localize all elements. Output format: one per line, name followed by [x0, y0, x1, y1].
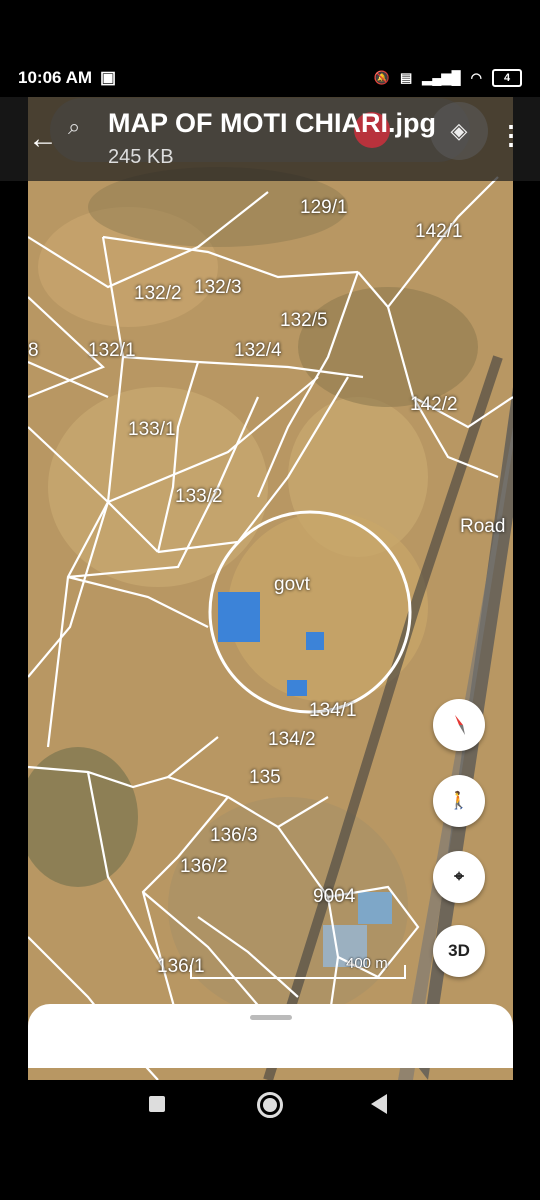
signal-icon: ▂▄▆█ — [422, 70, 461, 85]
parcel-label: 9004 — [313, 886, 356, 907]
my-location-icon: ⌖ — [454, 867, 464, 886]
more-options-icon[interactable]: ⋮ — [498, 120, 524, 151]
parcel-label: 142/1 — [415, 221, 463, 242]
status-right: 🔕 ▤ ▂▄▆█ ◠ 4 — [374, 69, 522, 87]
parcel-label: 134/2 — [268, 729, 316, 750]
three-d-label: 3D — [448, 941, 470, 960]
layers-button[interactable]: ◈ — [430, 102, 488, 160]
volte-icon: ▤ — [399, 70, 413, 85]
parcel-label: 132/5 — [280, 310, 328, 331]
parcel-label: 136/3 — [210, 825, 258, 846]
street-view-button[interactable]: 🚶 — [433, 775, 485, 827]
scale-label: 400 m — [346, 955, 388, 972]
status-bar: 10:06 AM ▣ 🔕 ▤ ▂▄▆█ ◠ 4 — [0, 60, 540, 96]
parcel-label: 132/4 — [234, 340, 282, 361]
parcel-label: 8 — [28, 340, 39, 361]
layers-icon: ◈ — [450, 118, 468, 143]
parcel-label: 136/2 — [180, 856, 228, 877]
parcel-label: 133/1 — [128, 419, 176, 440]
compass-button[interactable] — [433, 699, 485, 751]
compass-icon — [455, 715, 465, 735]
mute-icon: 🔕 — [373, 70, 390, 85]
parcel-label: 134/1 — [309, 700, 357, 721]
bottom-sheet[interactable] — [28, 1004, 513, 1068]
sim-icon: ▣ — [100, 68, 117, 87]
recent-apps-button[interactable] — [149, 1096, 165, 1112]
home-button[interactable] — [257, 1092, 283, 1118]
back-button[interactable] — [371, 1094, 387, 1114]
parcel-label: 132/1 — [88, 340, 136, 361]
three-d-button[interactable]: 3D — [433, 925, 485, 977]
my-location-button[interactable]: ⌖ — [433, 851, 485, 903]
parcel-label: 132/3 — [194, 277, 242, 298]
parcel-label: 142/2 — [410, 394, 458, 415]
parcel-label: 135 — [249, 767, 281, 788]
sheet-handle[interactable] — [250, 1015, 292, 1020]
file-title: MAP OF MOTI CHIARI.jpg — [108, 108, 436, 138]
govt-label: govt — [274, 574, 310, 595]
file-size: 245 KB — [108, 146, 174, 168]
battery-icon: 4 — [492, 69, 522, 87]
search-icon[interactable]: ⌕ — [68, 114, 80, 140]
clock: 10:06 AM — [18, 68, 93, 87]
status-left: 10:06 AM ▣ — [18, 68, 116, 88]
parcel-label: 133/2 — [175, 486, 223, 507]
wifi-icon: ◠ — [470, 70, 482, 85]
road-label: Road — [460, 516, 506, 537]
parcel-label: 132/2 — [134, 283, 182, 304]
parcel-label: 129/1 — [300, 197, 348, 218]
pegman-icon: 🚶 — [448, 791, 470, 810]
